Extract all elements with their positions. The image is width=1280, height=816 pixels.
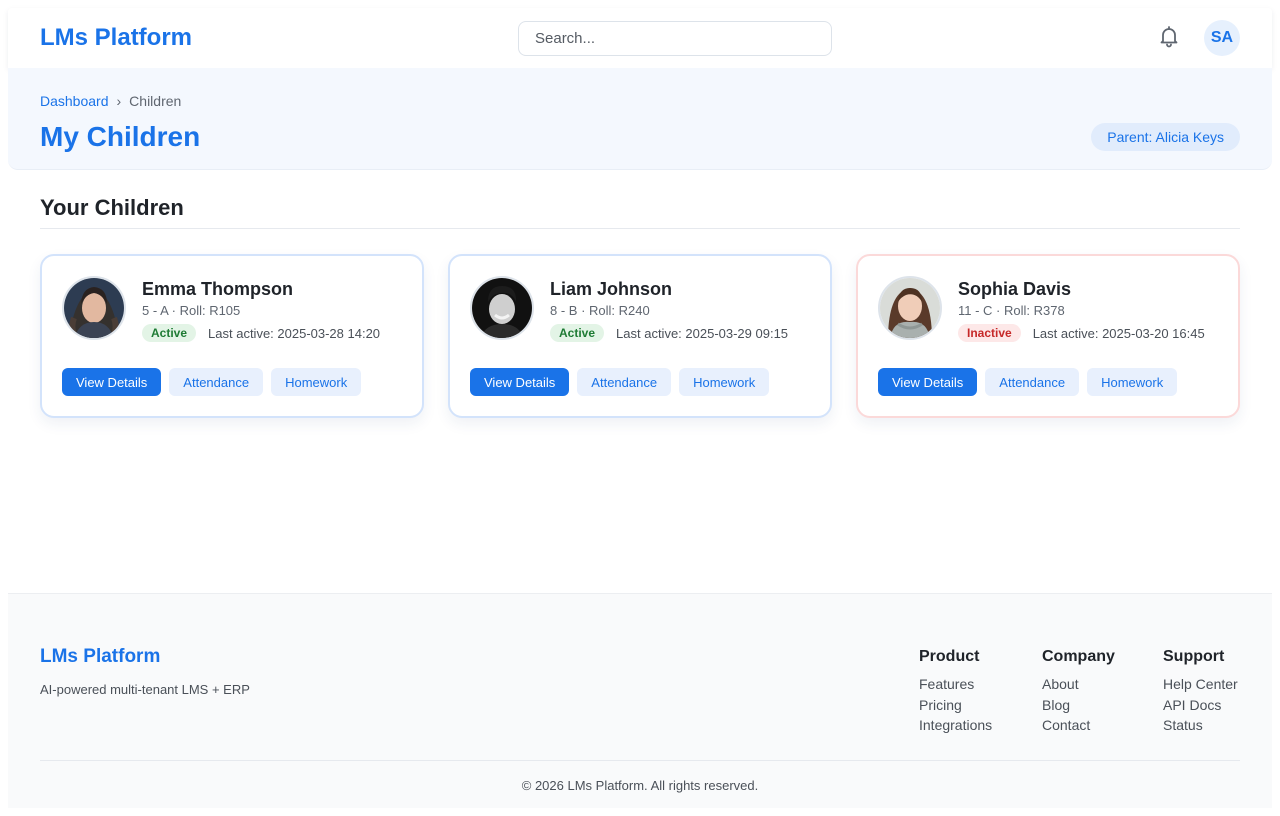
status-badge: Inactive [958,324,1021,342]
footer-link-contact[interactable]: Contact [1042,715,1115,736]
child-class-roll: 11 - C · Roll: R378 [958,303,1065,318]
attendance-button[interactable]: Attendance [169,368,264,396]
homework-button[interactable]: Homework [679,368,770,396]
attendance-button[interactable]: Attendance [985,368,1080,396]
status-badge: Active [142,324,197,342]
footer-column-title: Company [1042,648,1115,665]
page-title: My Children [40,121,201,152]
footer-link-features[interactable]: Features [919,674,992,695]
attendance-button[interactable]: Attendance [577,368,672,396]
parent-badge: Parent: Alicia Keys [1091,123,1240,151]
card-actions: View Details Attendance Homework [878,368,1178,396]
footer-brand[interactable]: LMs Platform [40,646,160,668]
footer-link-integrations[interactable]: Integrations [919,715,992,736]
bell-icon[interactable] [1157,24,1181,48]
footer-column-product: Product Features Pricing Integrations [919,648,992,736]
brand-logo[interactable]: LMs Platform [40,24,192,52]
footer-link-status[interactable]: Status [1163,715,1238,736]
section-divider [40,228,1240,229]
page-header: Dashboard › Children My Children Parent:… [8,68,1272,170]
footer-column-title: Product [919,648,980,665]
last-active-text: Last active: 2025-03-28 14:20 [208,325,381,341]
footer-tagline: AI-powered multi-tenant LMS + ERP [40,682,250,697]
view-details-button[interactable]: View Details [878,368,978,396]
last-active-text: Last active: 2025-03-29 09:15 [616,325,789,341]
top-navbar: LMs Platform SA [8,8,1272,68]
status-badge: Active [550,324,605,342]
child-avatar [62,276,126,340]
card-actions: View Details Attendance Homework [470,368,770,396]
copyright-text: © 2026 LMs Platform. All rights reserved… [521,778,759,793]
view-details-button[interactable]: View Details [470,368,570,396]
footer-column-company: Company About Blog Contact [1042,648,1115,736]
status-row: Active Last active: 2025-03-29 09:15 [550,324,788,342]
homework-button[interactable]: Homework [271,368,362,396]
child-avatar [878,276,942,340]
child-class-roll: 8 - B · Roll: R240 [550,303,650,318]
footer-link-pricing[interactable]: Pricing [919,695,992,716]
breadcrumb: Dashboard › Children [40,93,181,109]
breadcrumb-current: Children [129,93,182,109]
child-class-roll: 5 - A · Roll: R105 [142,303,241,318]
footer-link-help-center[interactable]: Help Center [1163,674,1238,695]
footer-link-blog[interactable]: Blog [1042,695,1115,716]
child-name[interactable]: Liam Johnson [550,279,672,300]
footer-link-about[interactable]: About [1042,674,1115,695]
breadcrumb-separator: › [116,93,122,109]
child-avatar [470,276,534,340]
child-card-emma: Emma Thompson 5 - A · Roll: R105 Active … [40,254,424,418]
footer-link-api-docs[interactable]: API Docs [1163,695,1238,716]
page: LMs Platform SA Dashboard › Children My … [0,0,1280,816]
homework-button[interactable]: Homework [1087,368,1178,396]
child-name[interactable]: Sophia Davis [958,279,1071,300]
last-active-text: Last active: 2025-03-20 16:45 [1032,325,1205,341]
status-row: Active Last active: 2025-03-28 14:20 [142,324,380,342]
status-row: Inactive Last active: 2025-03-20 16:45 [958,324,1205,342]
footer-divider [40,760,1240,761]
child-card-liam: Liam Johnson 8 - B · Roll: R240 Active L… [448,254,832,418]
user-avatar[interactable]: SA [1204,20,1240,56]
footer-column-title: Support [1163,648,1225,665]
breadcrumb-dashboard-link[interactable]: Dashboard [40,93,109,109]
search-input[interactable] [518,21,832,56]
child-card-sophia: Sophia Davis 11 - C · Roll: R378 Inactiv… [856,254,1240,418]
card-actions: View Details Attendance Homework [62,368,362,396]
section-title: Your Children [40,195,184,220]
footer: LMs Platform AI-powered multi-tenant LMS… [8,593,1272,808]
child-name[interactable]: Emma Thompson [142,279,293,300]
footer-column-support: Support Help Center API Docs Status [1163,648,1238,736]
view-details-button[interactable]: View Details [62,368,162,396]
